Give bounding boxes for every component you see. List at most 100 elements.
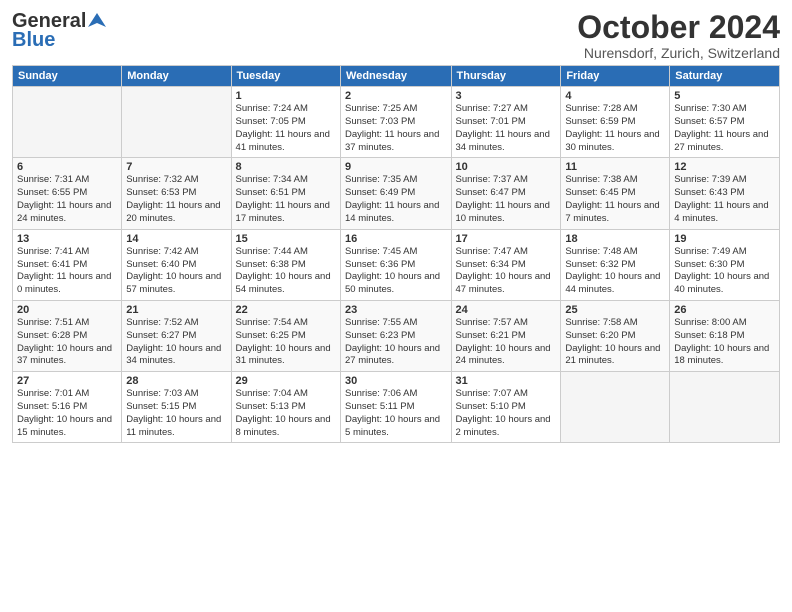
sunset: Sunset: 5:10 PM <box>456 401 526 412</box>
calendar-cell: 5Sunrise: 7:30 AMSunset: 6:57 PMDaylight… <box>670 87 780 158</box>
day-info: Sunrise: 7:49 AMSunset: 6:30 PMDaylight:… <box>674 246 775 297</box>
calendar-cell <box>122 87 231 158</box>
sunset: Sunset: 6:32 PM <box>565 259 635 270</box>
daylight: Daylight: 11 hours and 4 minutes. <box>674 200 768 224</box>
calendar-cell: 29Sunrise: 7:04 AM Sunset: 5:13 PM Dayligh… <box>231 372 340 443</box>
daylight: Daylight: 11 hours and 17 minutes. <box>236 200 330 224</box>
sunset: Sunset: 5:13 PM <box>236 401 306 412</box>
logo-blue-text: Blue <box>12 29 55 52</box>
sunset: Sunset: 6:59 PM <box>565 116 635 127</box>
calendar-cell: 3Sunrise: 7:27 AMSunset: 7:01 PMDaylight… <box>451 87 561 158</box>
sunrise: Sunrise: 7:24 AM <box>236 103 308 114</box>
day-number: 1 <box>236 90 336 102</box>
sunset: Sunset: 7:01 PM <box>456 116 526 127</box>
daylight: Daylight: 10 hours and 11 minutes. <box>126 414 221 438</box>
day-number: 5 <box>674 90 775 102</box>
day-number: 10 <box>456 161 557 173</box>
weekday-header: Tuesday <box>231 66 340 87</box>
day-number: 16 <box>345 233 447 245</box>
daylight: Daylight: 10 hours and 21 minutes. <box>565 343 660 367</box>
sunset: Sunset: 6:49 PM <box>345 187 415 198</box>
calendar-cell: 19Sunrise: 7:49 AMSunset: 6:30 PMDayligh… <box>670 229 780 300</box>
day-number: 26 <box>674 304 775 316</box>
sunrise: Sunrise: 7:01 AM <box>17 388 89 399</box>
sunrise: Sunrise: 7:03 AM <box>126 388 198 399</box>
day-info: Sunrise: 7:24 AMSunset: 7:05 PMDaylight:… <box>236 103 336 154</box>
sunset: Sunset: 6:55 PM <box>17 187 87 198</box>
calendar-cell <box>13 87 122 158</box>
calendar-cell: 4Sunrise: 7:28 AMSunset: 6:59 PMDaylight… <box>561 87 670 158</box>
daylight: Daylight: 10 hours and 37 minutes. <box>17 343 112 367</box>
sunrise: Sunrise: 7:04 AM <box>236 388 308 399</box>
calendar-cell: 23Sunrise: 7:55 AMSunset: 6:23 PMDayligh… <box>341 300 452 371</box>
day-info: Sunrise: 7:42 AMSunset: 6:40 PMDaylight:… <box>126 246 226 297</box>
sunrise: Sunrise: 7:37 AM <box>456 174 528 185</box>
logo: General Blue <box>12 10 106 52</box>
day-number: 9 <box>345 161 447 173</box>
calendar-week-row: 13Sunrise: 7:41 AMSunset: 6:41 PMDayligh… <box>13 229 780 300</box>
daylight: Daylight: 10 hours and 57 minutes. <box>126 271 221 295</box>
sunrise: Sunrise: 7:47 AM <box>456 246 528 257</box>
day-info: Sunrise: 7:48 AMSunset: 6:32 PMDaylight:… <box>565 246 665 297</box>
sunset: Sunset: 6:53 PM <box>126 187 196 198</box>
sunrise: Sunrise: 7:52 AM <box>126 317 198 328</box>
day-info: Sunrise: 7:25 AMSunset: 7:03 PMDaylight:… <box>345 103 447 154</box>
daylight: Daylight: 11 hours and 37 minutes. <box>345 129 439 153</box>
day-number: 31 <box>456 375 557 387</box>
calendar-cell: 1Sunrise: 7:24 AMSunset: 7:05 PMDaylight… <box>231 87 340 158</box>
daylight: Daylight: 10 hours and 34 minutes. <box>126 343 221 367</box>
logo-bird-icon <box>88 11 106 29</box>
sunset: Sunset: 6:27 PM <box>126 330 196 341</box>
sunrise: Sunrise: 7:44 AM <box>236 246 308 257</box>
sunrise: Sunrise: 8:00 AM <box>674 317 746 328</box>
day-info: Sunrise: 7:51 AM Sunset: 6:28 PM Daylight:… <box>17 317 117 368</box>
calendar-cell: 9Sunrise: 7:35 AMSunset: 6:49 PMDaylight… <box>341 158 452 229</box>
daylight: Daylight: 11 hours and 41 minutes. <box>236 129 330 153</box>
daylight: Daylight: 11 hours and 0 minutes. <box>17 271 111 295</box>
calendar-cell: 25Sunrise: 7:58 AMSunset: 6:20 PMDayligh… <box>561 300 670 371</box>
calendar-cell: 12Sunrise: 7:39 AMSunset: 6:43 PMDayligh… <box>670 158 780 229</box>
day-number: 30 <box>345 375 447 387</box>
day-number: 15 <box>236 233 336 245</box>
daylight: Daylight: 10 hours and 50 minutes. <box>345 271 440 295</box>
daylight: Daylight: 11 hours and 30 minutes. <box>565 129 659 153</box>
day-number: 3 <box>456 90 557 102</box>
sunrise: Sunrise: 7:07 AM <box>456 388 528 399</box>
daylight: Daylight: 10 hours and 27 minutes. <box>345 343 440 367</box>
sunrise: Sunrise: 7:45 AM <box>345 246 417 257</box>
day-info: Sunrise: 7:06 AMSunset: 5:11 PMDaylight:… <box>345 388 447 439</box>
sunset: Sunset: 6:57 PM <box>674 116 744 127</box>
daylight: Daylight: 11 hours and 27 minutes. <box>674 129 768 153</box>
sunset: Sunset: 6:28 PM <box>17 330 87 341</box>
daylight: Daylight: 11 hours and 24 minutes. <box>17 200 111 224</box>
calendar-cell: 18Sunrise: 7:48 AMSunset: 6:32 PMDayligh… <box>561 229 670 300</box>
day-info: Sunrise: 7:07 AMSunset: 5:10 PMDaylight:… <box>456 388 557 439</box>
calendar-cell: 26Sunrise: 8:00 AMSunset: 6:18 PMDayligh… <box>670 300 780 371</box>
sunrise: Sunrise: 7:51 AM <box>17 317 89 328</box>
day-number: 12 <box>674 161 775 173</box>
weekday-header: Friday <box>561 66 670 87</box>
sunrise: Sunrise: 7:55 AM <box>345 317 417 328</box>
weekday-header: Saturday <box>670 66 780 87</box>
calendar-cell: 24Sunrise: 7:57 AMSunset: 6:21 PMDayligh… <box>451 300 561 371</box>
sunrise: Sunrise: 7:57 AM <box>456 317 528 328</box>
daylight: Daylight: 11 hours and 14 minutes. <box>345 200 439 224</box>
weekday-header: Monday <box>122 66 231 87</box>
day-info: Sunrise: 7:44 AMSunset: 6:38 PMDaylight:… <box>236 246 336 297</box>
daylight: Daylight: 10 hours and 8 minutes. <box>236 414 331 438</box>
sunset: Sunset: 5:16 PM <box>17 401 87 412</box>
day-number: 7 <box>126 161 226 173</box>
day-info: Sunrise: 7:47 AMSunset: 6:34 PMDaylight:… <box>456 246 557 297</box>
month-title: October 2024 <box>577 10 780 45</box>
day-number: 20 <box>17 304 117 316</box>
daylight: Daylight: 10 hours and 40 minutes. <box>674 271 769 295</box>
day-number: 28 <box>126 375 226 387</box>
day-info: Sunrise: 7:39 AMSunset: 6:43 PMDaylight:… <box>674 174 775 225</box>
daylight: Daylight: 10 hours and 44 minutes. <box>565 271 660 295</box>
day-info: Sunrise: 8:00 AMSunset: 6:18 PMDaylight:… <box>674 317 775 368</box>
day-number: 27 <box>17 375 117 387</box>
day-number: 29 <box>236 375 336 387</box>
day-number: 25 <box>565 304 665 316</box>
calendar-cell: 10Sunrise: 7:37 AMSunset: 6:47 PMDayligh… <box>451 158 561 229</box>
day-number: 18 <box>565 233 665 245</box>
